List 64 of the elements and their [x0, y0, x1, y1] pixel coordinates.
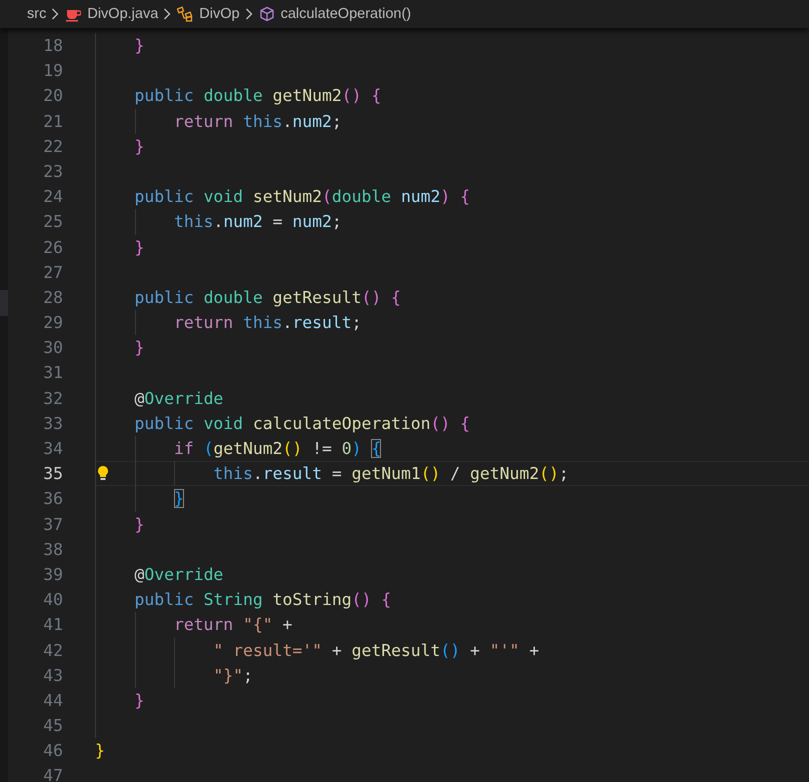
line-number: 41: [42, 614, 63, 636]
line-number: 43: [42, 664, 63, 687]
code-line: @Override: [134, 564, 224, 584]
lightbulb-icon[interactable]: [97, 465, 109, 482]
code-line: this.result = getNum1() / getNum2();: [213, 464, 569, 484]
line-number: 39: [42, 564, 63, 586]
code-line: }: [134, 136, 144, 156]
line-number: 35: [42, 463, 63, 486]
code-line: }: [134, 514, 144, 534]
line-number: 42: [42, 640, 63, 662]
code-line: }: [134, 36, 144, 55]
code-line: @Override: [134, 388, 224, 408]
breadcrumb-item[interactable]: DivOp.java: [87, 6, 158, 22]
code-line: }: [134, 238, 144, 256]
line-number: 44: [42, 690, 63, 712]
code-line: " result='" + getResult() + "'" +: [213, 640, 540, 660]
code-line: }: [134, 338, 144, 358]
line-number: 34: [42, 438, 63, 460]
code-line: public double getNum2() {: [134, 86, 382, 106]
chevron-icon: [244, 8, 253, 20]
line-number: 37: [42, 514, 63, 536]
code-line: }: [174, 489, 184, 508]
code-line: this.num2 = num2;: [174, 212, 342, 232]
code-line: return this.num2;: [174, 112, 342, 131]
breadcrumb-item[interactable]: src: [27, 6, 46, 22]
line-number: 21: [42, 110, 63, 133]
code-line: public String toString() {: [134, 590, 392, 610]
line-number: 46: [42, 740, 63, 762]
line-number: 33: [42, 412, 63, 435]
cube-icon: [258, 6, 275, 22]
code-line: public void setNum2(double num2) {: [134, 187, 470, 206]
code-line: public void calculateOperation() {: [134, 414, 470, 433]
line-number: 20: [42, 85, 63, 108]
breadcrumb-item[interactable]: calculateOperation(): [280, 6, 412, 22]
code-line: "}";: [213, 666, 253, 685]
line-number: 23: [42, 160, 63, 183]
line-number: 32: [42, 388, 63, 410]
code-line: return "{" +: [174, 615, 292, 634]
scroll-marker: [0, 290, 8, 316]
line-number: 29: [42, 312, 63, 334]
breadcrumb-item[interactable]: DivOp: [199, 6, 240, 22]
code-line: }: [134, 690, 144, 710]
line-number: 25: [42, 211, 63, 234]
line-number: 38: [42, 538, 63, 561]
chevron-icon: [51, 8, 60, 20]
class-icon: [177, 6, 194, 22]
line-number: 26: [42, 236, 63, 258]
line-number: 27: [42, 262, 63, 284]
line-number: 31: [42, 362, 63, 384]
code-line: }: [95, 741, 105, 760]
line-number: 30: [42, 337, 63, 360]
code-line: public double getResult() {: [134, 288, 401, 307]
code-line: if (getNum2() != 0) {: [174, 439, 382, 458]
code-line: return this.result;: [174, 313, 362, 332]
line-number: 28: [42, 286, 63, 309]
line-number: 22: [42, 136, 63, 158]
line-number: 24: [42, 186, 63, 208]
line-number: 18: [42, 35, 63, 57]
line-number: 36: [42, 488, 63, 510]
line-number: 47: [42, 765, 63, 782]
line-number: 19: [42, 60, 63, 82]
chevron-icon: [163, 8, 172, 20]
line-number: 40: [42, 589, 63, 612]
line-number: 45: [42, 715, 63, 738]
